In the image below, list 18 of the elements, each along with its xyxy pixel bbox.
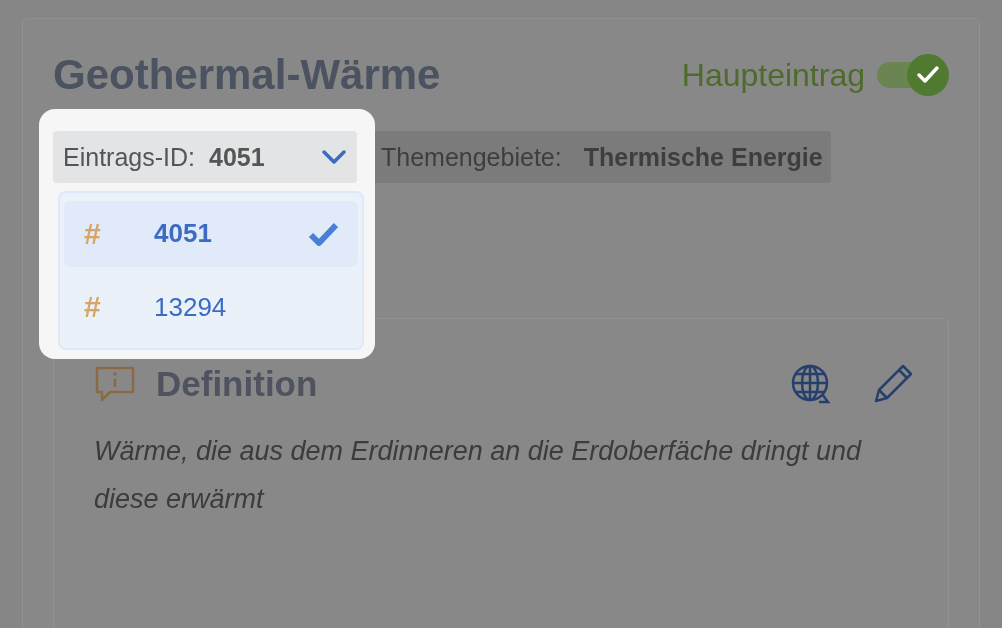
dropdown-option[interactable]: # 4051 bbox=[64, 200, 358, 267]
globe-icon bbox=[790, 363, 832, 405]
definition-text: Wärme, die aus dem Erdinneren an die Erdoberfäche dringt und diese erwärmt bbox=[94, 435, 863, 516]
check-icon bbox=[916, 65, 940, 85]
entry-id-select[interactable]: Eintrags-ID: 4051 bbox=[53, 131, 357, 183]
topics-value: Thermische Energie bbox=[583, 142, 823, 172]
topics-label: Themengebiete: bbox=[381, 142, 562, 172]
toggle-label: Haupteintrag bbox=[681, 56, 865, 94]
info-speech-bubble-icon bbox=[94, 365, 136, 403]
edit-button[interactable] bbox=[872, 363, 914, 405]
pencil-icon bbox=[872, 363, 914, 405]
section-heading: Definition bbox=[156, 364, 319, 404]
main-entry-toggle[interactable] bbox=[877, 54, 949, 96]
entry-title: Geothermal-Wärme bbox=[53, 51, 441, 99]
globe-button[interactable] bbox=[790, 363, 832, 405]
dropdown-option[interactable]: # 13294 bbox=[64, 274, 358, 341]
check-icon bbox=[308, 221, 338, 246]
chevron-icon bbox=[321, 149, 347, 165]
